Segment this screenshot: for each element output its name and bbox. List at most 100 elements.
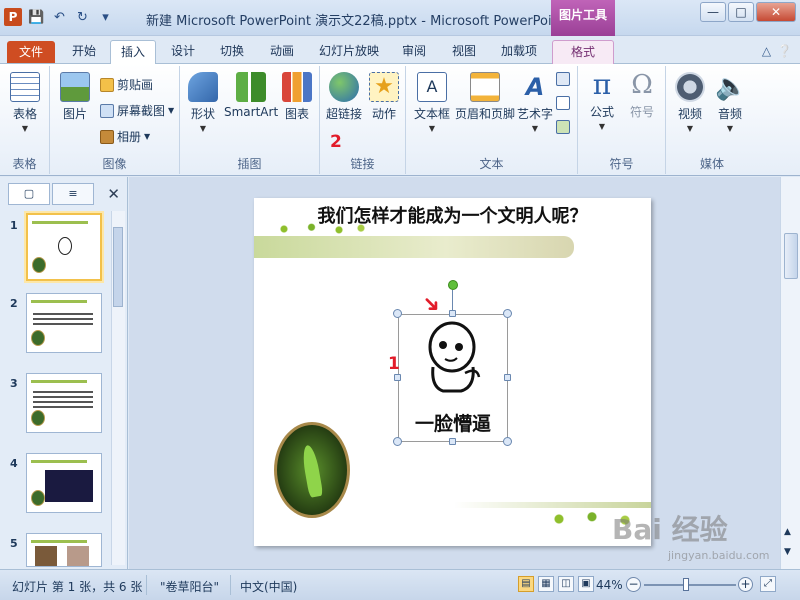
resize-handle-tr[interactable] <box>503 309 512 318</box>
photo-thumb <box>45 470 93 502</box>
chart-button[interactable]: 图表 <box>280 72 314 122</box>
tab-insert[interactable]: 插入 <box>110 40 156 65</box>
slide-thumbnail-1[interactable]: 1 <box>4 211 108 283</box>
zoom-slider[interactable] <box>644 584 736 586</box>
previous-slide-icon[interactable]: ▲ <box>784 527 791 537</box>
tab-file[interactable]: 文件 <box>7 41 55 63</box>
table-button[interactable]: 表格 ▼ <box>6 72 44 133</box>
slides-tab-icon: ▢ <box>23 187 35 200</box>
object-icon <box>556 120 570 134</box>
slide-thumbnail-4[interactable]: 4 <box>4 451 108 517</box>
theme-status[interactable]: "卷草阳台" <box>160 578 219 595</box>
slideshow-view-button[interactable]: ▣ <box>578 576 594 592</box>
current-slide[interactable]: 我们怎样才能成为一个文明人呢？ 一脸懵逼 ➜ 1 <box>254 198 651 546</box>
resize-handle-tl[interactable] <box>393 309 402 318</box>
resize-handle-bl[interactable] <box>393 437 402 446</box>
textbox-button[interactable]: A 文本框 ▼ <box>410 72 454 133</box>
smartart-button[interactable]: SmartArt <box>224 72 278 119</box>
tab-review[interactable]: 审阅 <box>392 40 436 64</box>
step-1-marker: 1 <box>388 354 400 374</box>
fit-window-icon: ⤢ <box>764 578 772 589</box>
normal-view-button[interactable]: ▤ <box>518 576 534 592</box>
close-panel-icon[interactable]: ✕ <box>107 185 120 203</box>
minimize-ribbon-icon[interactable]: △ <box>762 44 771 58</box>
scrollbar-thumb[interactable] <box>784 233 798 279</box>
dropdown-arrow-icon: ▼ <box>199 124 207 133</box>
powerpoint-app-icon[interactable]: P <box>4 8 22 26</box>
baidu-watermark-url: jingyan.baidu.com <box>668 549 770 562</box>
scrollbar-thumb[interactable] <box>113 227 123 307</box>
ribbon-tabs: 文件 开始 插入 设计 切换 动画 幻灯片放映 审阅 视图 加载项 格式 △ ❔ <box>0 36 800 65</box>
tab-outline-view[interactable]: ≡ <box>52 183 94 205</box>
object-button[interactable] <box>556 120 570 134</box>
tab-view[interactable]: 视图 <box>442 40 486 64</box>
maximize-button[interactable]: □ <box>728 2 754 22</box>
shapes-icon <box>188 72 218 102</box>
video-reel-icon <box>675 72 705 102</box>
fit-to-window-button[interactable]: ⤢ <box>760 576 776 592</box>
date-time-button[interactable] <box>556 72 570 86</box>
tab-animations[interactable]: 动画 <box>260 40 304 64</box>
slide-thumbnail-2[interactable]: 2 <box>4 291 108 357</box>
audio-button[interactable]: 🔈 音频 ▼ <box>710 72 750 133</box>
video-button[interactable]: 视频 ▼ <box>670 72 710 133</box>
tab-format[interactable]: 格式 <box>552 40 614 64</box>
tab-slides-view[interactable]: ▢ <box>8 183 50 205</box>
customize-qat-icon[interactable]: ▾ <box>97 9 114 26</box>
close-button[interactable]: ✕ <box>756 2 796 22</box>
next-slide-icon[interactable]: ▼ <box>784 547 791 557</box>
symbol-button[interactable]: Ω 符号 <box>622 70 662 120</box>
group-tables: 表格 ▼ 表格 <box>0 66 50 174</box>
screenshot-icon <box>100 103 114 118</box>
slide-thumbnail-3[interactable]: 3 <box>4 371 108 437</box>
wordart-button[interactable]: A 艺术字 ▼ <box>516 72 554 133</box>
action-button[interactable]: ★ 动作 <box>366 72 402 122</box>
picture-tools-header: 图片工具 <box>551 0 615 36</box>
screenshot-button[interactable]: 屏幕截图 ▼ <box>100 102 174 119</box>
picture-button[interactable]: 图片 <box>56 72 94 122</box>
resize-handle-bottom[interactable] <box>449 438 456 445</box>
clipart-button[interactable]: 剪贴画 <box>100 76 153 93</box>
reading-view-button[interactable]: ◫ <box>558 576 574 592</box>
header-footer-icon <box>470 72 500 102</box>
tab-transitions[interactable]: 切换 <box>210 40 254 64</box>
minimize-button[interactable]: — <box>700 2 726 22</box>
slide-vertical-scrollbar[interactable]: ▲ ▼ <box>780 177 800 569</box>
slide-number-button[interactable] <box>556 96 570 110</box>
title-underline-decoration <box>254 236 574 258</box>
tab-slideshow[interactable]: 幻灯片放映 <box>312 40 386 64</box>
save-icon[interactable]: 💾 <box>28 9 45 26</box>
resize-handle-top[interactable] <box>449 310 456 317</box>
resize-handle-br[interactable] <box>503 437 512 446</box>
tab-home[interactable]: 开始 <box>64 40 104 64</box>
slide-sorter-view-button[interactable]: ▦ <box>538 576 554 592</box>
zoom-in-button[interactable]: + <box>738 577 753 592</box>
rotation-handle[interactable] <box>448 280 458 290</box>
help-icon[interactable]: ❔ <box>777 44 792 58</box>
status-bar: 幻灯片 第 1 张，共 6 张 "卷草阳台" 中文(中国) ▤ ▦ ◫ ▣ 44… <box>0 569 800 600</box>
zoom-slider-knob[interactable] <box>683 578 689 591</box>
language-status[interactable]: 中文(中国) <box>240 578 297 595</box>
zoom-out-button[interactable]: − <box>626 577 641 592</box>
tab-addins[interactable]: 加载项 <box>492 40 546 64</box>
hyperlink-button[interactable]: 超链接 <box>322 72 366 122</box>
shapes-button[interactable]: 形状 ▼ <box>184 72 222 133</box>
redo-icon[interactable]: ↻ <box>74 9 91 26</box>
ribbon-insert: 表格 ▼ 表格 图片 剪贴画 屏幕截图 ▼ 相册 ▼ 图像 形状 ▼ Smart… <box>0 64 800 176</box>
selected-meme-picture[interactable]: 一脸懵逼 <box>398 314 508 442</box>
slides-panel-scrollbar[interactable] <box>111 211 125 565</box>
slide-thumbnail-5[interactable]: 5 <box>4 531 108 567</box>
slide-position-status: 幻灯片 第 1 张，共 6 张 <box>12 580 143 594</box>
tab-design[interactable]: 设计 <box>162 40 204 64</box>
album-button[interactable]: 相册 ▼ <box>100 128 150 145</box>
undo-icon[interactable]: ↶ <box>51 9 68 26</box>
resize-handle-right[interactable] <box>504 374 511 381</box>
zoom-level[interactable]: 44% <box>596 578 623 592</box>
equation-button[interactable]: π 公式 ▼ <box>582 70 622 132</box>
dropdown-arrow-icon: ▼ <box>686 124 694 133</box>
window-controls: — □ ✕ <box>700 2 796 22</box>
resize-handle-left[interactable] <box>394 374 401 381</box>
header-footer-button[interactable]: 页眉和页脚 <box>454 72 516 122</box>
slide-thumb-image <box>26 213 102 281</box>
plant-oval-picture[interactable] <box>274 422 350 518</box>
